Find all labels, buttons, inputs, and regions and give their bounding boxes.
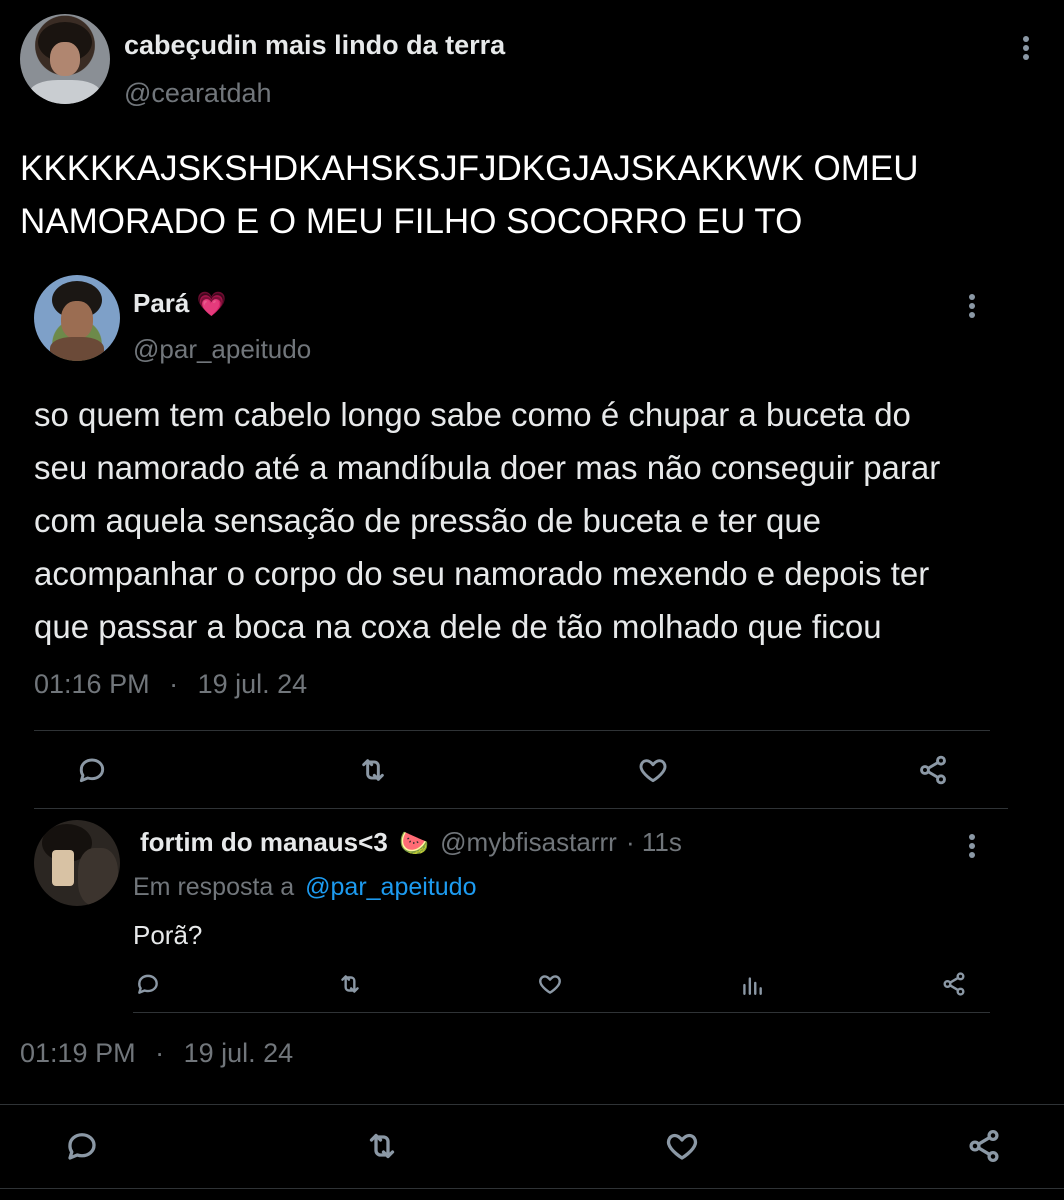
heart-icon (639, 759, 667, 783)
replying-to: Em resposta a @par_apeitudo (133, 870, 476, 904)
quoted-text: so quem tem cabelo longo sabe como é chu… (34, 388, 940, 653)
quoted-avatar[interactable] (34, 275, 120, 361)
divider (34, 730, 990, 731)
share-icon (920, 755, 946, 785)
reply-reply-button[interactable] (132, 968, 164, 1000)
user-handle[interactable]: @cearatdah (124, 76, 272, 110)
quoted-text-line: seu namorado até a mandíbula doer mas nã… (34, 449, 941, 486)
main-like-button[interactable] (660, 1124, 704, 1168)
reply-display-name[interactable]: fortim do manaus<3 (140, 827, 388, 857)
quoted-text-line: com aquela sensação de pressão de buceta… (34, 502, 822, 539)
display-name[interactable]: cabeçudin mais lindo da terra (124, 28, 505, 62)
main-reply-button[interactable] (60, 1124, 104, 1168)
quoted-more-icon[interactable] (954, 288, 990, 324)
reply-button[interactable] (72, 750, 112, 790)
share-button[interactable] (913, 750, 953, 790)
divider (0, 1188, 1064, 1189)
reply-text: Porã? (133, 920, 203, 950)
quoted-text-line: acompanhar o corpo do seu namorado mexen… (34, 555, 930, 592)
main-share-button[interactable] (962, 1124, 1006, 1168)
divider (34, 808, 1008, 809)
divider (133, 1012, 990, 1013)
heart-icon (539, 975, 561, 994)
watermelon-emoji: 🍉 (399, 830, 429, 857)
reply-retweet-button[interactable] (334, 968, 366, 1000)
heart-emoji: 💗 (196, 291, 227, 318)
quoted-timestamp[interactable]: 01:16 PM · 19 jul. 24 (34, 667, 307, 701)
reply-time: · 11s (626, 827, 682, 857)
quoted-text-line: que passar a boca na coxa dele de tão mo… (34, 608, 882, 645)
tweet-date: 19 jul. 24 (183, 1038, 294, 1068)
quoted-display-name[interactable]: Pará (133, 288, 189, 318)
tweet-time: 01:19 PM (20, 1038, 136, 1068)
reply-like-button[interactable] (534, 968, 566, 1000)
reply-icon (79, 758, 105, 783)
reply-handle[interactable]: @mybfisastarrr (440, 827, 617, 857)
avatar[interactable] (20, 14, 110, 104)
retweet-icon (341, 975, 359, 993)
share-icon (969, 1129, 999, 1163)
separator-dot: · (169, 669, 179, 699)
retweet-icon (362, 759, 384, 781)
tweet-text-line: KKKKKAJSKSHDKAHSKSJFJDKGJAJSKAKKWK OMEU (20, 149, 919, 188)
reply-icon (138, 974, 158, 994)
reply-avatar[interactable] (34, 820, 120, 906)
reply-views-button[interactable] (736, 968, 768, 1000)
quoted-handle[interactable]: @par_apeitudo (133, 332, 311, 366)
quoted-name-row: Pará 💗 (133, 286, 227, 322)
tweet-text-line: NAMORADO E O MEU FILHO SOCORRO EU TO (20, 202, 803, 241)
main-retweet-button[interactable] (360, 1124, 404, 1168)
replying-to-link[interactable]: @par_apeitudo (305, 873, 476, 901)
heart-icon (666, 1133, 698, 1160)
reply-header: fortim do manaus<3 🍉 @mybfisastarrr · 11… (140, 825, 682, 861)
analytics-icon (743, 977, 762, 995)
quoted-date: 19 jul. 24 (197, 669, 308, 699)
separator-dot: · (155, 1038, 165, 1068)
quoted-time: 01:16 PM (34, 669, 150, 699)
reply-icon (68, 1133, 96, 1160)
tweet-text: KKKKKAJSKSHDKAHSKSJFJDKGJAJSKAKKWK OMEU … (20, 142, 919, 248)
reply-more-icon[interactable] (954, 828, 990, 864)
retweet-button[interactable] (353, 750, 393, 790)
more-icon[interactable] (1008, 30, 1044, 66)
like-button[interactable] (633, 750, 673, 790)
divider (0, 1104, 1064, 1105)
quoted-text-line: so quem tem cabelo longo sabe como é chu… (34, 396, 911, 433)
retweet-icon (369, 1133, 395, 1159)
replying-prefix: Em resposta a (133, 873, 295, 901)
tweet-timestamp[interactable]: 01:19 PM · 19 jul. 24 (20, 1036, 293, 1070)
reply-share-button[interactable] (938, 968, 970, 1000)
share-icon (943, 972, 965, 996)
